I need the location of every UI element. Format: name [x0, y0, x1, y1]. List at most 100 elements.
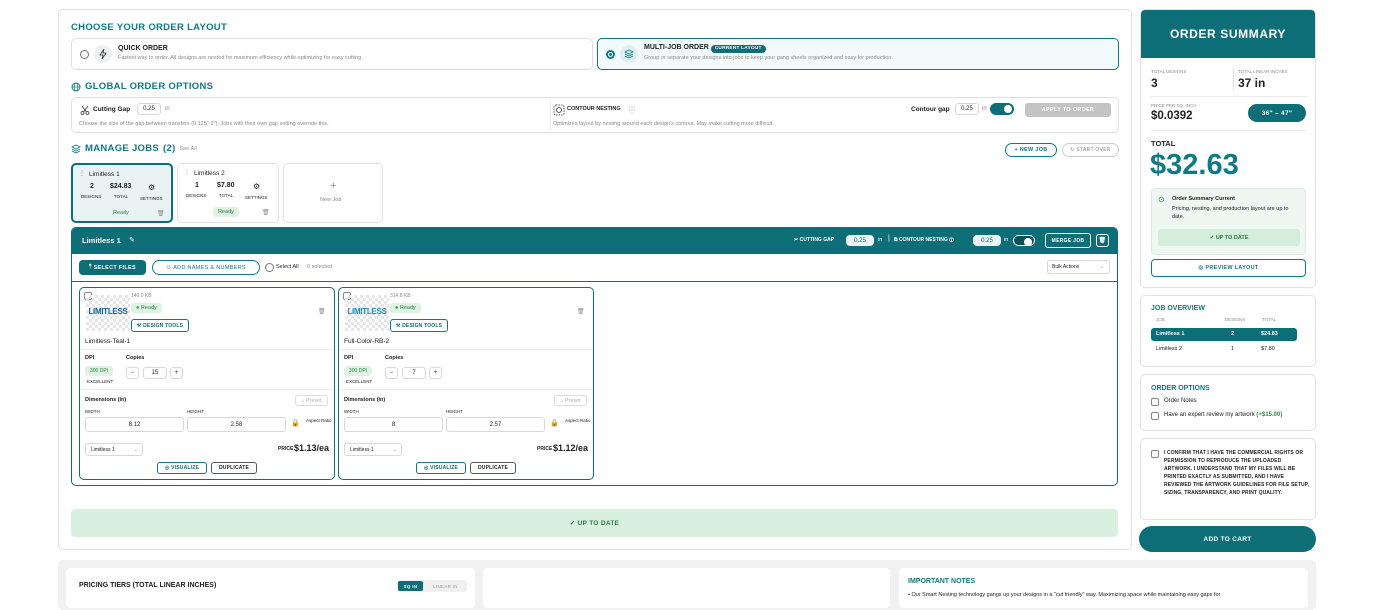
- job-select[interactable]: Limitless 1 ⌄: [344, 443, 402, 456]
- job-contour-input[interactable]: 0.25: [973, 235, 1001, 246]
- lock-icon[interactable]: 🔒: [291, 419, 300, 427]
- contour-toggle[interactable]: [990, 103, 1014, 115]
- preview-layout-label: PREVIEW LAYOUT: [1205, 265, 1259, 271]
- height-input[interactable]: 2.57: [446, 417, 545, 432]
- trash-icon[interactable]: 🗑: [157, 210, 165, 217]
- duplicate-button[interactable]: DUPLICATE: [211, 462, 257, 474]
- chevron-down-icon: ⌄: [392, 446, 397, 453]
- pricing-tiers-title: PRICING TIERS (TOTAL LINEAR INCHES): [79, 582, 217, 589]
- job-card-1[interactable]: ⋮ Limitless 1 2 DESIGNS $24.83 TOTAL ⚙ S…: [71, 163, 173, 223]
- design-tools-button[interactable]: ⚒ DESIGN TOOLS: [131, 319, 189, 332]
- contour-header-label: CONTOUR NESTING: [898, 237, 948, 243]
- drag-handle-icon[interactable]: ⋮: [184, 169, 190, 176]
- merge-job-button[interactable]: MERGE JOB: [1045, 233, 1091, 248]
- new-job-card[interactable]: + New Job: [283, 163, 383, 223]
- linear-in-tab[interactable]: LINEAR IN: [426, 581, 465, 591]
- price-per-sq-label: PRICE PER SQ. INCH: [1151, 103, 1197, 108]
- duplicate-button[interactable]: DUPLICATE: [470, 462, 516, 474]
- quick-order-radio[interactable]: [80, 50, 89, 59]
- copies-decrement[interactable]: −: [385, 367, 398, 379]
- limitless-logo: LIMITLESS: [88, 307, 128, 316]
- settings-gear-icon[interactable]: ⚙: [253, 182, 260, 191]
- rights-confirm-checkbox[interactable]: [1151, 450, 1159, 458]
- trash-icon[interactable]: 🗑: [318, 308, 326, 315]
- trash-icon[interactable]: 🗑: [1096, 234, 1109, 247]
- edit-pencil-icon[interactable]: ✎: [129, 236, 135, 244]
- job-cutting-gap-input[interactable]: 0.25: [846, 235, 874, 246]
- cutting-gap-unit: in: [878, 237, 883, 243]
- overview-row-1[interactable]: Limitless 1 2 $24.83: [1151, 328, 1297, 341]
- settings-gear-icon[interactable]: ⚙: [148, 183, 155, 192]
- add-to-cart-button[interactable]: ADD TO CART: [1139, 526, 1316, 552]
- eye-icon: ◎: [1198, 265, 1206, 271]
- total-designs-value: 3: [1151, 76, 1158, 90]
- info-icon[interactable]: ⓘ: [948, 237, 954, 243]
- info-icon[interactable]: ⓘ: [629, 105, 635, 114]
- design-status-label: Ready: [140, 305, 157, 311]
- multi-job-name: MULTI-JOB ORDER: [644, 44, 709, 51]
- order-notes-checkbox[interactable]: [1151, 398, 1159, 406]
- multi-job-radio[interactable]: [606, 50, 615, 59]
- preview-layout-button[interactable]: ◎ PREVIEW LAYOUT: [1151, 259, 1306, 277]
- bulk-actions-select[interactable]: Bulk Actions ⌄: [1047, 260, 1110, 274]
- start-over-button[interactable]: ↻ START OVER: [1062, 143, 1119, 157]
- overview-row-2[interactable]: Limitless 2 1 $7.80: [1151, 343, 1297, 356]
- select-all-checkbox[interactable]: [265, 263, 274, 272]
- copies-decrement[interactable]: −: [126, 367, 139, 379]
- sq-in-tab[interactable]: SQ IN: [398, 581, 423, 591]
- job-contour-toggle[interactable]: [1013, 235, 1035, 246]
- copies-input[interactable]: 7: [402, 367, 426, 379]
- cutting-gap-unit: in: [165, 106, 170, 112]
- chevron-down-icon: ⌄: [133, 446, 138, 453]
- select-files-button[interactable]: ⤒ SELECT FILES: [79, 260, 146, 275]
- quick-order-desc: Fastest way to order. All designs are ne…: [118, 55, 363, 61]
- visualize-button[interactable]: ◎ VISUALIZE: [157, 462, 207, 474]
- visualize-label: VISUALIZE: [430, 465, 459, 471]
- drag-handle-icon[interactable]: ⋮: [79, 170, 85, 177]
- total-linear-label: TOTAL LINEAR INCHES: [1238, 69, 1288, 74]
- see-all-link[interactable]: See All: [180, 146, 198, 152]
- job-select-label: Limitless 1: [350, 446, 374, 453]
- height-input[interactable]: 2.58: [187, 417, 286, 432]
- copies-input[interactable]: 15: [143, 367, 167, 379]
- apply-to-order-button[interactable]: APPLY TO ORDER: [1025, 103, 1111, 117]
- expert-review-text: Have an expert review my artwork: [1164, 412, 1255, 418]
- width-input[interactable]: 8: [344, 417, 443, 432]
- design-price: $1.12/ea: [553, 443, 589, 453]
- job-card-2[interactable]: ⋮ Limitless 2 1 DESIGNS $7.80 TOTAL ⚙ SE…: [177, 163, 279, 223]
- cutting-gap-input[interactable]: 0.25: [137, 103, 161, 115]
- copies-increment[interactable]: +: [429, 367, 442, 379]
- rights-confirm-panel: I CONFIRM THAT I HAVE THE COMMERCIAL RIG…: [1140, 438, 1316, 520]
- quick-order-option[interactable]: QUICK ORDER Fastest way to order. All de…: [71, 38, 593, 70]
- add-names-numbers-button[interactable]: ⚇ ADD NAMES & NUMBERS: [152, 260, 260, 275]
- jobs-count: (2): [163, 143, 176, 154]
- job-card-total-label: TOTAL: [219, 193, 234, 198]
- preset-label: Preset: [306, 397, 322, 404]
- bottom-section: PRICING TIERS (TOTAL LINEAR INCHES) SQ I…: [58, 560, 1316, 610]
- up-to-date-banner: ✓ UP TO DATE: [71, 509, 1118, 537]
- copies-increment[interactable]: +: [170, 367, 183, 379]
- new-job-button[interactable]: + NEW JOB: [1005, 143, 1057, 157]
- contour-gap-input[interactable]: 0.25: [955, 103, 979, 115]
- expert-review-checkbox[interactable]: [1151, 412, 1159, 420]
- visualize-button[interactable]: ◎ VISUALIZE: [416, 462, 466, 474]
- total-value: $32.63: [1150, 149, 1239, 181]
- width-label: WIDTH: [344, 409, 359, 414]
- lock-icon[interactable]: 🔒: [550, 419, 559, 427]
- preset-button[interactable]: ⌂ Preset: [295, 395, 328, 406]
- preset-button[interactable]: ⌂ Preset: [554, 395, 587, 406]
- multi-job-option[interactable]: MULTI-JOB ORDER CURRENT LAYOUT Group or …: [597, 38, 1119, 70]
- job-select[interactable]: Limitless 1 ⌄: [85, 443, 143, 456]
- add-names-label: ADD NAMES & NUMBERS: [173, 264, 246, 271]
- job-card-settings: SETTINGS: [245, 195, 268, 200]
- cutting-gap-header-label: CUTTING GAP: [799, 237, 835, 243]
- job-card-designs-label: DESIGNS: [81, 194, 102, 199]
- file-size: 314.8 KB: [390, 293, 411, 299]
- divider: |: [888, 235, 890, 242]
- trash-icon[interactable]: 🗑: [577, 308, 585, 315]
- global-options-label: GLOBAL ORDER OPTIONS: [85, 81, 214, 92]
- design-tools-button[interactable]: ⚒ DESIGN TOOLS: [390, 319, 448, 332]
- order-summary-title: ORDER SUMMARY: [1141, 10, 1315, 58]
- trash-icon[interactable]: 🗑: [262, 209, 270, 216]
- width-input[interactable]: 8.12: [85, 417, 184, 432]
